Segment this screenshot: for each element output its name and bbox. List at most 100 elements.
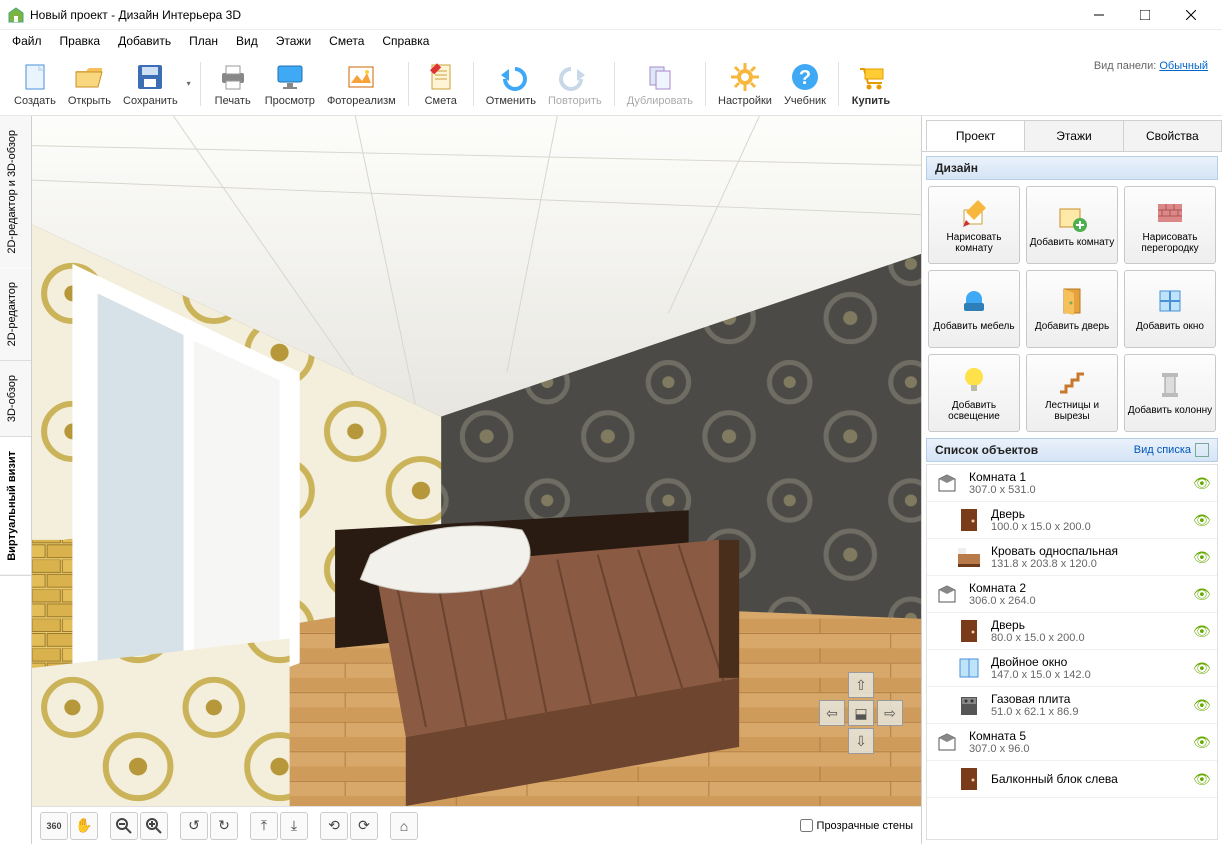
menu-edit[interactable]: Правка <box>52 32 109 50</box>
add-furniture-button[interactable]: Добавить мебель <box>928 270 1020 348</box>
view-360-button[interactable]: 360 <box>40 812 68 840</box>
stairs-icon <box>1056 364 1088 396</box>
orbit-right-button[interactable]: ⟳ <box>350 812 378 840</box>
main-toolbar: Создать Открыть Сохранить ▾ Печать Просм… <box>0 52 1222 116</box>
object-row[interactable]: Комната 5307.0 x 96.0👁 <box>927 724 1217 761</box>
add-room-icon <box>1056 201 1088 233</box>
visibility-toggle[interactable]: 👁 <box>1193 623 1211 640</box>
nav-right-button[interactable]: ⇨ <box>877 700 903 726</box>
notepad-icon <box>425 61 457 93</box>
vtab-virtual-visit[interactable]: Виртуальный визит <box>0 437 31 576</box>
visibility-toggle[interactable]: 👁 <box>1193 512 1211 529</box>
visibility-toggle[interactable]: 👁 <box>1193 697 1211 714</box>
object-row[interactable]: Комната 2306.0 x 264.0👁 <box>927 576 1217 613</box>
pencil-room-icon <box>958 196 990 228</box>
menu-help[interactable]: Справка <box>374 32 437 50</box>
print-button[interactable]: Печать <box>207 59 259 109</box>
pan-button[interactable]: ✋ <box>70 812 98 840</box>
tilt-up-button[interactable]: ⤒ <box>250 812 278 840</box>
object-row[interactable]: Двойное окно147.0 x 15.0 x 142.0👁 <box>927 650 1217 687</box>
transparent-walls-checkbox[interactable]: Прозрачные стены <box>800 819 913 832</box>
object-thumb <box>955 506 983 534</box>
zoom-out-button[interactable] <box>110 812 138 840</box>
minimize-button[interactable] <box>1076 0 1122 30</box>
object-row[interactable]: Балконный блок слева👁 <box>927 761 1217 798</box>
vtab-2d[interactable]: 2D-редактор <box>0 268 31 361</box>
objects-list[interactable]: Комната 1307.0 x 531.0👁Дверь100.0 x 15.0… <box>926 464 1218 840</box>
create-button[interactable]: Создать <box>8 59 62 109</box>
visibility-toggle[interactable]: 👁 <box>1193 586 1211 603</box>
undo-button[interactable]: Отменить <box>480 59 542 109</box>
object-thumb <box>933 728 961 756</box>
save-button[interactable]: Сохранить <box>117 59 184 109</box>
nav-down-button[interactable]: ⇩ <box>848 728 874 754</box>
add-column-button[interactable]: Добавить колонну <box>1124 354 1216 432</box>
tab-project[interactable]: Проект <box>926 120 1025 151</box>
object-row[interactable]: Газовая плита51.0 x 62.1 x 86.9👁 <box>927 687 1217 724</box>
tutorial-button[interactable]: ?Учебник <box>778 59 832 109</box>
tab-properties[interactable]: Свойства <box>1123 120 1222 151</box>
vtab-2d-3d[interactable]: 2D-редактор и 3D-обзор <box>0 116 31 268</box>
save-dropdown[interactable]: ▾ <box>184 62 194 106</box>
object-dims: 147.0 x 15.0 x 142.0 <box>991 669 1185 681</box>
tilt-down-button[interactable]: ⤓ <box>280 812 308 840</box>
nav-left-button[interactable]: ⇦ <box>819 700 845 726</box>
list-view-mode-icon[interactable] <box>1195 443 1209 457</box>
object-row[interactable]: Дверь100.0 x 15.0 x 200.0👁 <box>927 502 1217 539</box>
orbit-left-button[interactable]: ⟲ <box>320 812 348 840</box>
menu-file[interactable]: Файл <box>4 32 50 50</box>
add-door-button[interactable]: Добавить дверь <box>1026 270 1118 348</box>
panel-mode-link[interactable]: Обычный <box>1159 60 1208 72</box>
redo-button[interactable]: Повторить <box>542 59 608 109</box>
rotate-left-button[interactable]: ↺ <box>180 812 208 840</box>
object-thumb <box>955 765 983 793</box>
object-dims: 51.0 x 62.1 x 86.9 <box>991 706 1185 718</box>
maximize-button[interactable] <box>1122 0 1168 30</box>
object-thumb <box>955 617 983 645</box>
objects-section-head: Список объектов Вид списка <box>926 438 1218 462</box>
3d-viewport[interactable]: ⇧ ⇩ ⇦ ⇨ ⬓ <box>32 116 921 806</box>
draw-partition-button[interactable]: Нарисовать перегородку <box>1124 186 1216 264</box>
zoom-in-button[interactable] <box>140 812 168 840</box>
add-window-button[interactable]: Добавить окно <box>1124 270 1216 348</box>
menu-bar: Файл Правка Добавить План Вид Этажи Смет… <box>0 30 1222 52</box>
menu-estimate[interactable]: Смета <box>321 32 372 50</box>
draw-room-button[interactable]: Нарисовать комнату <box>928 186 1020 264</box>
object-row[interactable]: Комната 1307.0 x 531.0👁 <box>927 465 1217 502</box>
preview-button[interactable]: Просмотр <box>259 59 321 109</box>
menu-floors[interactable]: Этажи <box>268 32 319 50</box>
visibility-toggle[interactable]: 👁 <box>1193 475 1211 492</box>
object-row[interactable]: Кровать односпальная131.8 x 203.8 x 120.… <box>927 539 1217 576</box>
duplicate-button[interactable]: Дублировать <box>621 59 699 109</box>
menu-view[interactable]: Вид <box>228 32 266 50</box>
close-button[interactable] <box>1168 0 1214 30</box>
photoreal-button[interactable]: Фотореализм <box>321 59 402 109</box>
picture-icon <box>345 61 377 93</box>
rotate-right-button[interactable]: ↻ <box>210 812 238 840</box>
add-room-button[interactable]: Добавить комнату <box>1026 186 1118 264</box>
estimate-button[interactable]: Смета <box>415 59 467 109</box>
add-lighting-button[interactable]: Добавить освещение <box>928 354 1020 432</box>
door-icon <box>1056 285 1088 317</box>
object-row[interactable]: Дверь80.0 x 15.0 x 200.0👁 <box>927 613 1217 650</box>
buy-button[interactable]: Купить <box>845 59 897 109</box>
transparent-walls-input[interactable] <box>800 819 813 832</box>
list-view-mode-link[interactable]: Вид списка <box>1134 444 1191 456</box>
open-button[interactable]: Открыть <box>62 59 117 109</box>
visibility-toggle[interactable]: 👁 <box>1193 734 1211 751</box>
object-dims: 131.8 x 203.8 x 120.0 <box>991 558 1185 570</box>
stairs-cutouts-button[interactable]: Лестницы и вырезы <box>1026 354 1118 432</box>
nav-up-button[interactable]: ⇧ <box>848 672 874 698</box>
menu-add[interactable]: Добавить <box>110 32 179 50</box>
visibility-toggle[interactable]: 👁 <box>1193 549 1211 566</box>
nav-center-button[interactable]: ⬓ <box>848 700 874 726</box>
visibility-toggle[interactable]: 👁 <box>1193 771 1211 788</box>
home-view-button[interactable]: ⌂ <box>390 812 418 840</box>
vtab-3d[interactable]: 3D-обзор <box>0 361 31 437</box>
object-thumb <box>955 691 983 719</box>
settings-button[interactable]: Настройки <box>712 59 778 109</box>
menu-plan[interactable]: План <box>181 32 226 50</box>
tab-floors[interactable]: Этажи <box>1024 120 1123 151</box>
object-name: Комната 5 <box>969 729 1185 743</box>
visibility-toggle[interactable]: 👁 <box>1193 660 1211 677</box>
